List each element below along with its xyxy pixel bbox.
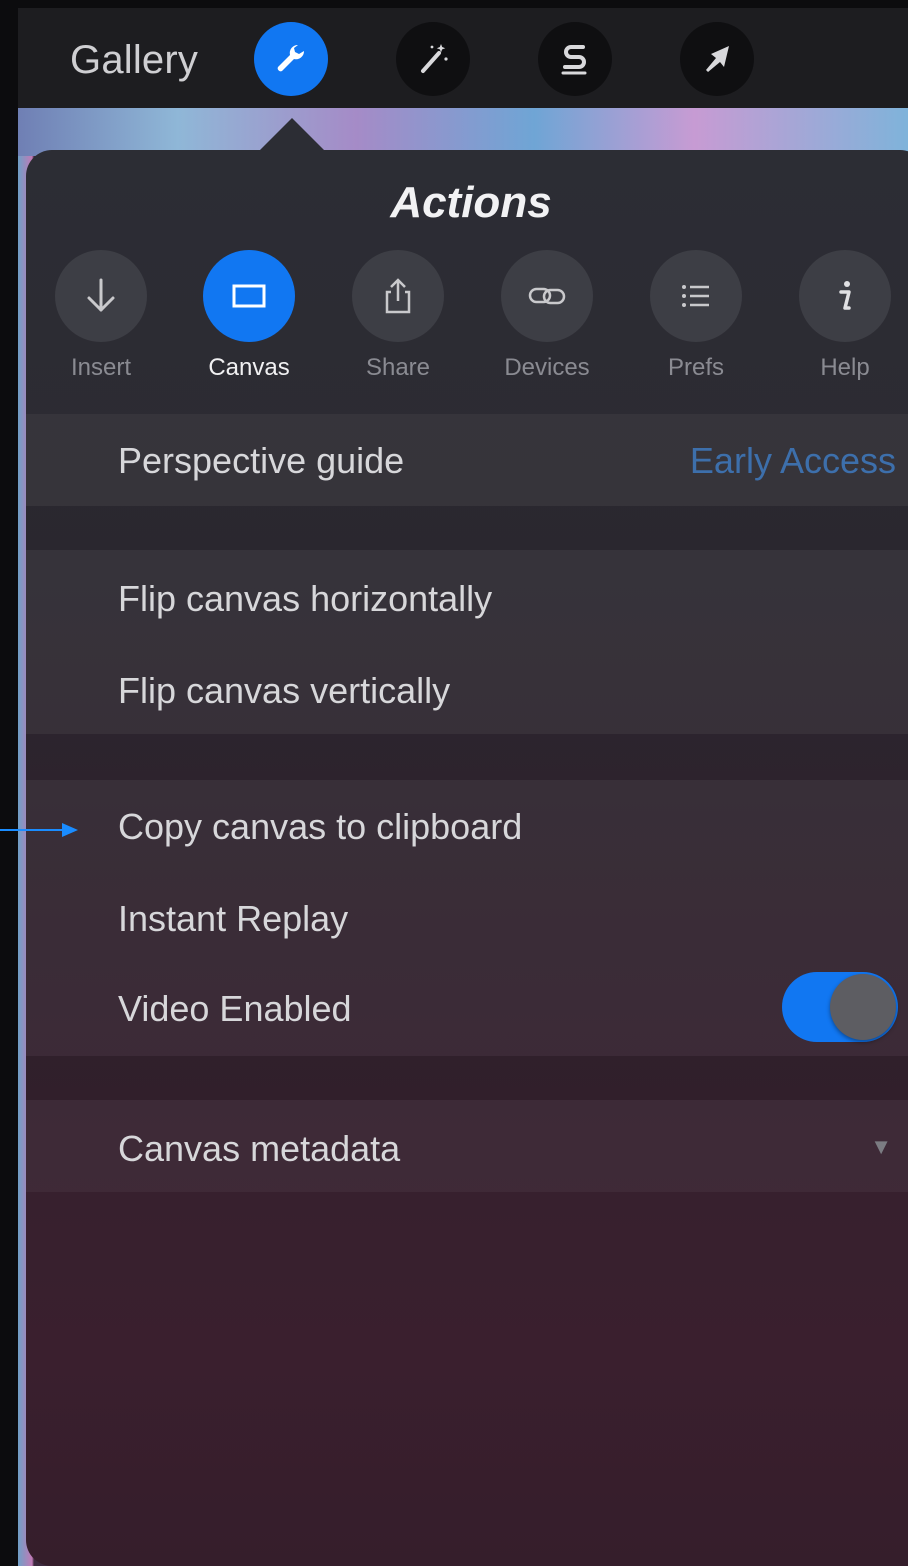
tab-canvas-circle [203,250,295,342]
tab-share-label: Share [365,354,431,381]
perspective-guide-row[interactable]: Perspective guide Early Access [26,414,908,506]
top-toolbar: Gallery [18,8,908,108]
info-icon [839,281,851,310]
annotation-arrow-line [0,829,64,831]
tab-insert-circle [55,250,147,342]
arrow-cursor-icon [706,46,729,72]
canvas-metadata-label: Canvas metadata [118,1128,401,1169]
arrow-down-icon [87,278,115,312]
perspective-guide-label: Perspective guide [118,440,405,481]
share-icon [385,278,411,314]
instant-replay-item[interactable]: Instant Replay [118,898,348,940]
canvas-artwork-strip [18,108,908,156]
tab-help-circle [799,250,891,342]
annotation-arrow-icon [62,823,78,837]
gallery-button[interactable]: Gallery [70,38,198,83]
section-divider [26,506,908,550]
tab-canvas[interactable]: Canvas [194,250,304,382]
flip-section: Flip canvas horizontally Flip canvas ver… [26,550,908,734]
magic-wand-icon [421,44,448,73]
tab-insert-label: Insert [70,354,132,381]
tab-prefs[interactable]: Prefs [641,250,751,382]
popover-title: Actions [390,178,552,227]
actions-popover: Actions Insert Canvas Share Devices Pref… [26,150,908,1566]
selection-tool-button[interactable] [538,22,612,96]
actions-tool-button[interactable] [254,22,328,96]
video-enabled-toggle[interactable] [782,972,898,1042]
section-divider [26,734,908,780]
tab-prefs-label: Prefs [667,354,724,381]
toggle-knob [830,974,896,1040]
tab-insert[interactable]: Insert [46,250,156,382]
tab-devices[interactable]: Devices [492,250,602,382]
tab-devices-circle [501,250,593,342]
flip-vertical-item[interactable]: Flip canvas vertically [118,670,450,712]
tab-help-label: Help [820,354,870,381]
video-enabled-label: Video Enabled [118,988,352,1029]
flip-horizontal-item[interactable]: Flip canvas horizontally [118,578,492,620]
selection-s-icon [561,45,587,75]
clipboard-replay-section: Copy canvas to clipboard Instant Replay … [26,780,908,1056]
popover-pointer [258,118,326,152]
tab-share-circle [352,250,444,342]
canvas-rect-icon [232,284,266,308]
copy-canvas-item[interactable]: Copy canvas to clipboard [118,806,522,848]
link-icon [528,287,566,305]
list-icon [682,285,709,307]
tab-canvas-label: Canvas [208,354,290,381]
actions-tab-bar: Insert Canvas Share Devices Prefs Help [26,250,908,400]
tab-share[interactable]: Share [343,250,453,382]
tab-help[interactable]: Help [790,250,900,382]
section-divider [26,1056,908,1100]
tab-prefs-circle [650,250,742,342]
chevron-down-icon: ▼ [870,1134,892,1159]
canvas-metadata-row[interactable]: Canvas metadata ▼ [26,1100,908,1192]
early-access-link[interactable]: Early Access [690,440,896,482]
wrench-icon [277,44,305,72]
transform-tool-button[interactable] [680,22,754,96]
adjustments-tool-button[interactable] [396,22,470,96]
tab-devices-label: Devices [504,354,590,381]
